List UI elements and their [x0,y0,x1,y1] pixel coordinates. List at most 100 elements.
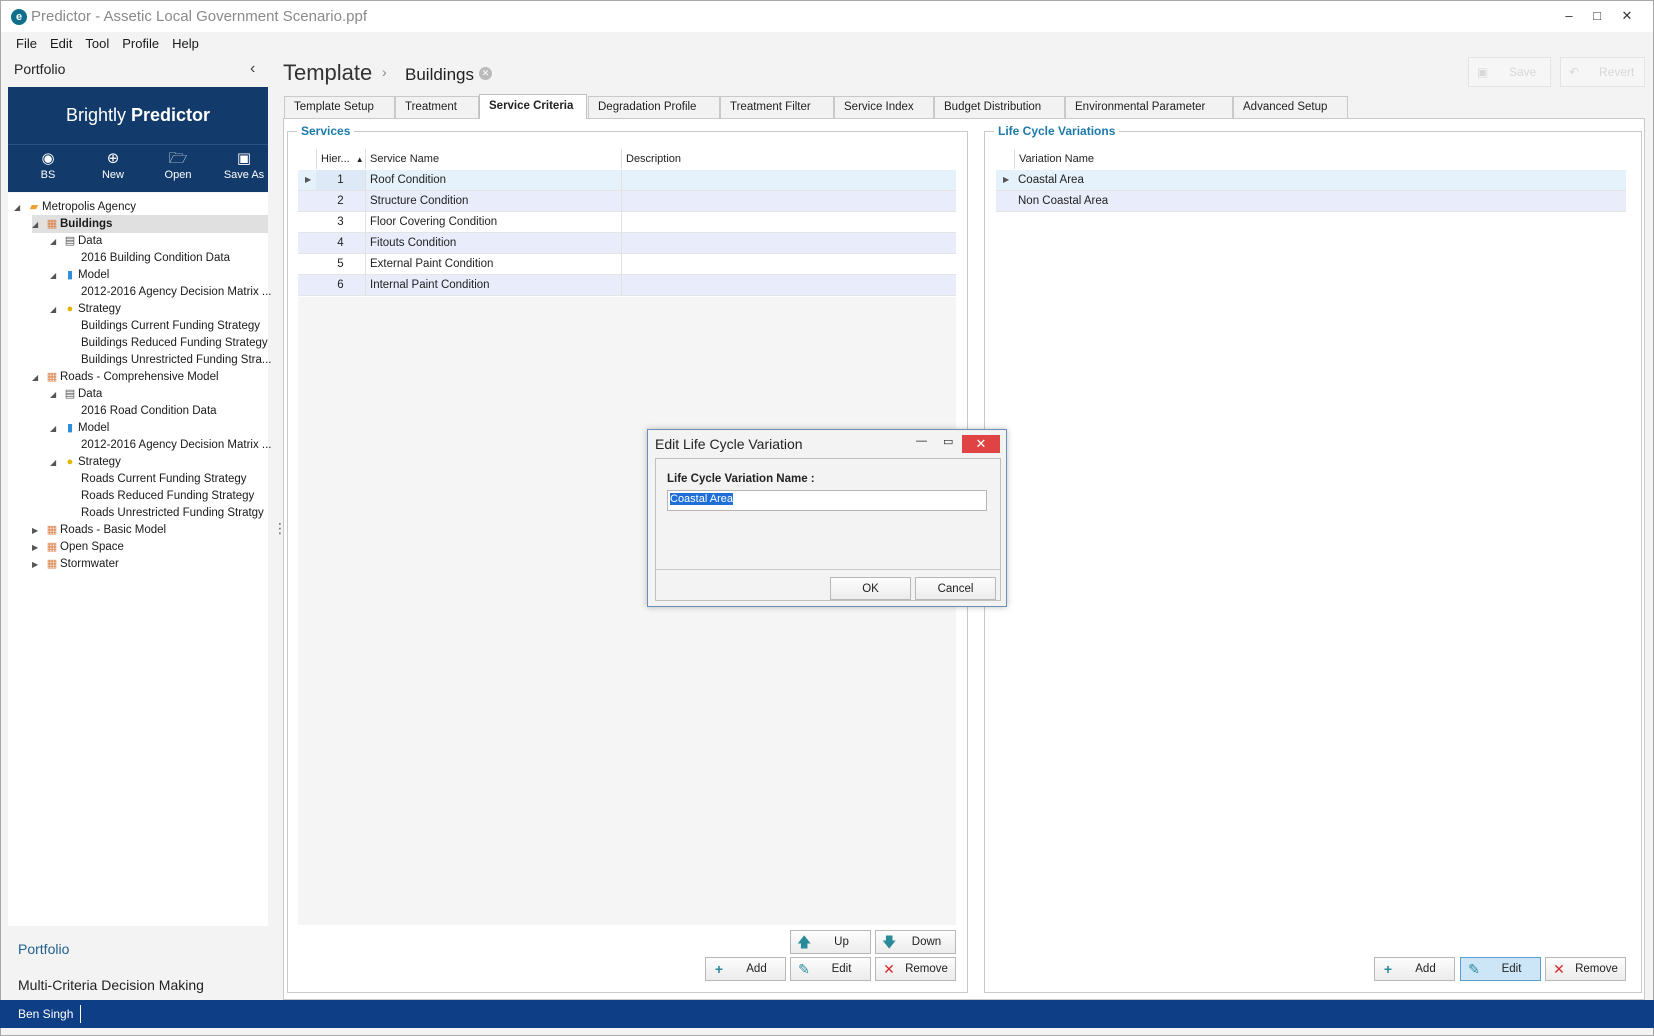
minimize-icon[interactable]: – [1555,5,1583,27]
tree-node-dataset[interactable]: 2016 Building Condition Data [81,249,230,267]
tree-node-decision-matrix[interactable]: 2012-2016 Agency Decision Matrix ... [81,283,272,301]
cell-hierarchy: 3 [316,212,366,232]
tree-node-roads-basic[interactable]: ▶ ▦ Roads - Basic Model [32,521,166,539]
lifecycle-name-input[interactable]: Coastal Area [667,490,987,511]
dialog-maximize-icon[interactable]: ▭ [943,435,953,448]
lifecycle-add-button[interactable]: + Add [1374,957,1455,981]
expanded-arrow-icon[interactable]: ◢ [50,301,62,319]
tree-node-dataset[interactable]: 2016 Road Condition Data [81,402,217,420]
tree-node-data[interactable]: ◢ ▤ Data [50,232,102,250]
save-as-button[interactable]: ▣ Save As [212,149,276,181]
tree-node-roads-comprehensive[interactable]: ◢ ▦ Roads - Comprehensive Model [32,368,219,386]
dialog-minimize-icon[interactable]: — [916,435,927,447]
table-row[interactable]: 2 Structure Condition [298,191,956,212]
menu-tool[interactable]: Tool [85,36,109,51]
close-icon[interactable]: ✕ [1613,5,1641,27]
bottom-border [0,1028,1654,1036]
nav-portfolio[interactable]: Portfolio [18,941,69,957]
tree-node-strategy-item[interactable]: Roads Reduced Funding Strategy [81,487,254,505]
menu-edit[interactable]: Edit [50,36,72,51]
lifecycle-edit-button[interactable]: ✎ Edit [1460,957,1541,981]
col-variation-name[interactable]: Variation Name [1014,149,1626,169]
tree-node-model[interactable]: ◢ ▮ Model [50,419,109,437]
expanded-arrow-icon[interactable]: ◢ [50,267,62,285]
tree-label: Buildings Reduced Funding Strategy [81,337,268,349]
menu-file[interactable]: File [16,36,37,51]
tree-node-strategy-item[interactable]: Buildings Reduced Funding Strategy [81,334,268,352]
tree-label: Open Space [60,541,124,553]
dialog-close-icon[interactable]: ✕ [962,435,1000,453]
tree-node-strategy-item[interactable]: Roads Current Funding Strategy [81,470,247,488]
tree-label: Buildings [60,218,113,230]
table-row[interactable]: ▶ 1 Roof Condition [298,170,956,191]
col-service-name[interactable]: Service Name [366,149,622,169]
breadcrumb-root[interactable]: Template [283,60,372,86]
expanded-arrow-icon[interactable]: ◢ [32,216,44,234]
nav-mcdm[interactable]: Multi-Criteria Decision Making [18,977,204,993]
expanded-arrow-icon[interactable]: ◢ [50,233,62,251]
tree-label: Model [78,269,110,281]
menu-profile[interactable]: Profile [122,36,159,51]
col-hierarchy[interactable]: Hier... ▲ [316,149,366,169]
tab-treatment[interactable]: Treatment [395,96,479,118]
tab-treatment-filter[interactable]: Treatment Filter [720,96,834,118]
dialog-separator [656,569,1000,570]
tree-node-open-space[interactable]: ▶ ▦ Open Space [32,538,124,556]
dialog-cancel-button[interactable]: Cancel [915,577,996,600]
tree-node-strategy-item[interactable]: Buildings Unrestricted Funding Stra... [81,351,271,369]
tree-label: Roads Current Funding Strategy [81,473,247,485]
tab-advanced-setup[interactable]: Advanced Setup [1233,96,1348,118]
table-row[interactable]: Non Coastal Area [996,191,1626,212]
bs-button[interactable]: ◉ BS [16,149,80,181]
down-button[interactable]: 🡇 Down [875,930,956,954]
collapsed-arrow-icon[interactable]: ▶ [32,556,44,574]
save-button[interactable]: ▣ Save [1468,57,1551,87]
tab-budget-distribution[interactable]: Budget Distribution [934,96,1065,118]
revert-button[interactable]: ↶ Revert [1560,57,1645,87]
add-label: Add [746,963,767,975]
services-add-button[interactable]: + Add [705,957,786,981]
close-template-icon[interactable]: ✕ [479,67,492,80]
table-row[interactable]: 6 Internal Paint Condition [298,275,956,296]
tree-node-buildings[interactable]: ◢ ▦ Buildings [32,215,268,233]
tree-node-strategy-item[interactable]: Roads Unrestricted Funding Stratgy [81,504,264,522]
collapse-sidebar-icon[interactable]: ‹ [250,60,255,78]
tree-node-stormwater[interactable]: ▶ ▦ Stormwater [32,555,119,573]
services-edit-button[interactable]: ✎ Edit [790,957,871,981]
table-row[interactable]: 4 Fitouts Condition [298,233,956,254]
cell-service-name: Structure Condition [366,191,622,211]
brand-name-light: Brightly [65,105,126,125]
lifecycle-remove-button[interactable]: ✕ Remove [1545,957,1626,981]
tab-degradation-profile[interactable]: Degradation Profile [588,96,720,118]
expanded-arrow-icon[interactable]: ◢ [14,199,26,217]
new-button[interactable]: ⊕ New [81,149,145,181]
expanded-arrow-icon[interactable]: ◢ [32,369,44,387]
tree-node-strategy[interactable]: ◢ ● Strategy [50,300,121,318]
tree-node-data[interactable]: ◢ ▤ Data [50,385,102,403]
services-remove-button[interactable]: ✕ Remove [875,957,956,981]
expanded-arrow-icon[interactable]: ◢ [50,454,62,472]
open-button[interactable]: 🗁 Open [146,149,210,181]
tab-environmental-parameter[interactable]: Environmental Parameter [1065,96,1233,118]
menu-help[interactable]: Help [172,36,199,51]
dialog-ok-button[interactable]: OK [830,577,911,600]
cell-hierarchy: 1 [316,170,366,190]
table-row[interactable]: 5 External Paint Condition [298,254,956,275]
tab-service-criteria[interactable]: Service Criteria [479,94,587,119]
expanded-arrow-icon[interactable]: ◢ [50,420,62,438]
table-row[interactable]: 3 Floor Covering Condition [298,212,956,233]
expanded-arrow-icon[interactable]: ◢ [50,386,62,404]
maximize-icon[interactable]: □ [1583,5,1611,27]
tree-node-strategy-item[interactable]: Buildings Current Funding Strategy [81,317,260,335]
table-row[interactable]: ▶ Coastal Area [996,170,1626,191]
up-button[interactable]: 🡅 Up [790,930,871,954]
tab-service-index[interactable]: Service Index [834,96,934,118]
save-as-label: Save As [223,169,265,181]
tree-node-metropolis-agency[interactable]: ◢ ▰ Metropolis Agency [14,198,136,216]
tree-label: 2016 Building Condition Data [81,252,230,264]
tab-template-setup[interactable]: Template Setup [284,96,395,118]
col-description[interactable]: Description [622,149,956,169]
tree-node-decision-matrix[interactable]: 2012-2016 Agency Decision Matrix ... [81,436,272,454]
tree-node-model[interactable]: ◢ ▮ Model [50,266,109,284]
tree-node-strategy[interactable]: ◢ ● Strategy [50,453,121,471]
